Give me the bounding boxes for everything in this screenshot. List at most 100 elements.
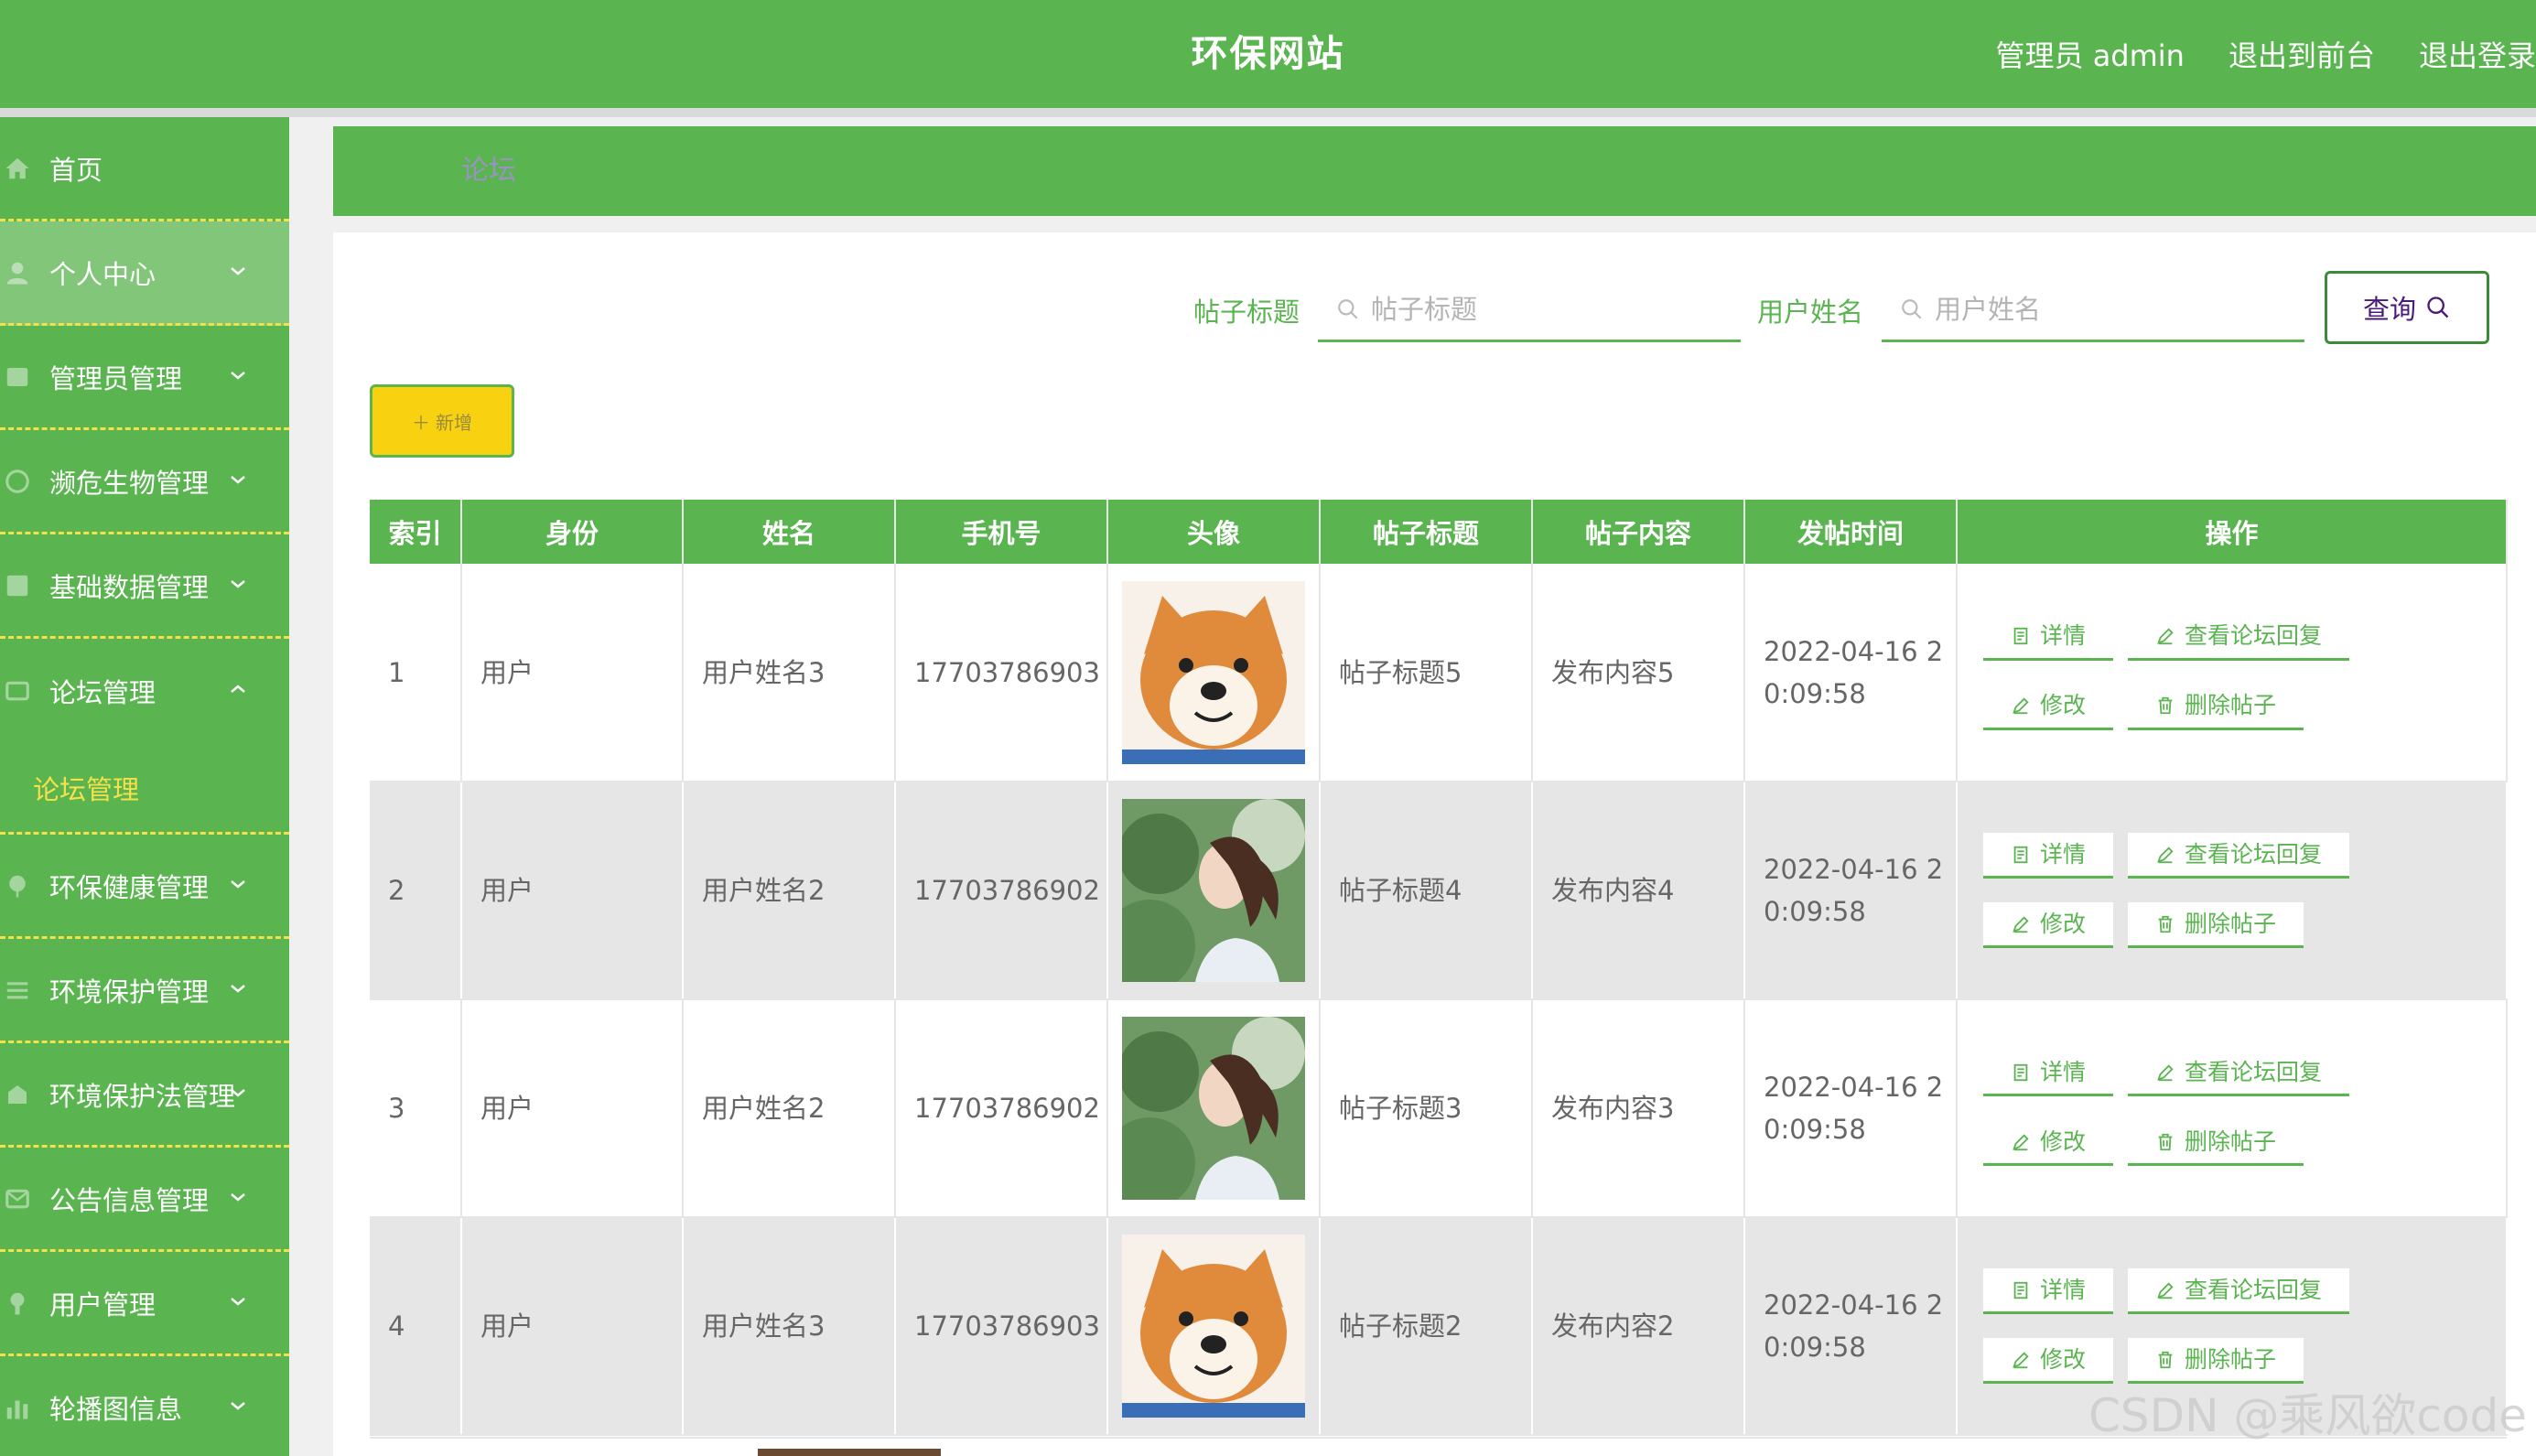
sidebar-item-label: 管理员管理 (49, 362, 183, 394)
chevron-down-icon (231, 1088, 245, 1097)
delete-button[interactable]: 删除帖子 (2128, 902, 2304, 948)
cell-index: 1 (370, 564, 462, 782)
chevron-down-icon (231, 1192, 245, 1202)
cell-index: 2 (370, 782, 462, 1000)
column-header: 姓名 (683, 500, 896, 564)
add-button[interactable]: ＋ 新增 (370, 384, 514, 458)
query-button-label: 查询 (2362, 294, 2416, 325)
sidebar-item-forum[interactable]: 论坛管理 (0, 639, 289, 743)
sidebar-item-env-law[interactable]: 环境保护法管理 (0, 1043, 289, 1148)
user-name-input[interactable] (1935, 293, 2282, 325)
sidebar-item-label: 个人中心 (49, 258, 156, 290)
forum-icon (5, 681, 29, 701)
logout-link[interactable]: 退出登录 (2419, 33, 2536, 75)
sidebar-item-notice[interactable]: 公告信息管理 (0, 1148, 289, 1252)
sidebar-subitem-label: 论坛管理 (33, 773, 140, 805)
sidebar-item-label: 轮播图信息 (49, 1393, 183, 1425)
sidebar-item-env-protect[interactable]: 环境保护管理 (0, 939, 289, 1043)
sidebar-item-users[interactable]: 用户管理 (0, 1252, 289, 1356)
delete-button[interactable]: 删除帖子 (2128, 684, 2304, 730)
table-header-row: 索引 身份 姓名 手机号 头像 帖子标题 帖子内容 发帖时间 操作 (370, 500, 2508, 564)
sidebar-subitem-forum[interactable]: 论坛管理 (0, 743, 289, 835)
detail-button[interactable]: 详情 (1983, 1051, 2114, 1096)
notice-icon (5, 1189, 29, 1208)
cell-actions: 详情 查看论坛回复 修改 删除帖子 (1957, 999, 2508, 1218)
sidebar-item-label: 基础数据管理 (49, 571, 210, 603)
cell-role: 用户 (461, 999, 684, 1218)
time-line: 2022-04-16 2 (1764, 635, 1944, 667)
detail-button[interactable]: 详情 (1983, 614, 2114, 661)
time-line: 0:09:58 (1764, 677, 1866, 709)
trash-icon (2158, 1351, 2173, 1368)
sidebar-item-endangered[interactable]: 濒危生物管理 (0, 430, 289, 534)
cell-role: 用户 (461, 564, 684, 782)
cell-name: 用户姓名2 (683, 782, 896, 1000)
cell-phone: 17703786903 (895, 1217, 1108, 1436)
view-reply-button[interactable]: 查看论坛回复 (2128, 1051, 2350, 1096)
time-line: 0:09:58 (1764, 1114, 1866, 1145)
detail-label: 详情 (2040, 622, 2087, 649)
column-header: 头像 (1107, 500, 1321, 564)
sidebar-item-label: 濒危生物管理 (49, 467, 210, 499)
delete-button[interactable]: 删除帖子 (2128, 1338, 2304, 1384)
sidebar-item-base-data[interactable]: 基础数据管理 (0, 534, 289, 639)
view-reply-label: 查看论坛回复 (2185, 1276, 2323, 1303)
delete-label: 删除帖子 (2185, 910, 2277, 937)
back-to-front-link[interactable]: 退出到前台 (2228, 33, 2375, 75)
sidebar-item-admin[interactable]: 管理员管理 (0, 326, 289, 430)
top-header: 环保网站 管理员 admin 退出到前台 退出登录 (0, 0, 2536, 108)
cell-name: 用户姓名3 (683, 1217, 896, 1436)
breadcrumb[interactable]: 论坛 (461, 126, 516, 216)
plus-icon: ＋ (412, 411, 430, 434)
girl-avatar-icon (1122, 1017, 1305, 1200)
cell-content: 发布内容5 (1532, 564, 1745, 782)
edit-button[interactable]: 修改 (1983, 1338, 2114, 1384)
sidebar-item-carousel[interactable]: 轮播图信息 (0, 1356, 289, 1456)
column-header: 发帖时间 (1744, 500, 1958, 564)
sidebar-item-health[interactable]: 环保健康管理 (0, 835, 289, 939)
sidebar-item-home[interactable]: 首页 (0, 117, 289, 221)
edit-button[interactable]: 修改 (1983, 902, 2114, 948)
cell-phone: 17703786902 (895, 999, 1108, 1218)
cell-actions: 详情 查看论坛回复修改 删除帖子 (1957, 564, 2508, 782)
sidebar-item-label: 用户管理 (49, 1289, 156, 1321)
user-icon (6, 262, 28, 284)
cell-avatar (1107, 999, 1321, 1218)
column-header: 手机号 (895, 500, 1108, 564)
girl-avatar-icon (1122, 799, 1305, 982)
post-title-search[interactable] (1318, 278, 1741, 342)
query-button[interactable]: 查询 (2325, 271, 2489, 344)
add-button-label: 新增 (436, 411, 472, 434)
time-line: 2022-04-16 2 (1764, 1289, 1944, 1321)
post-title-input[interactable] (1371, 293, 1719, 325)
column-header: 身份 (461, 500, 684, 564)
detail-button[interactable]: 详情 (1983, 1268, 2114, 1314)
view-reply-button[interactable]: 查看论坛回复 (2128, 614, 2350, 661)
sidebar-item-personal-center[interactable]: 个人中心 (0, 221, 289, 326)
cell-time: 2022-04-16 2 0:09:58 (1744, 564, 1958, 782)
sidebar-item-label: 论坛管理 (49, 677, 156, 708)
edit-icon (2013, 915, 2029, 933)
cell-title: 帖子标题3 (1320, 999, 1533, 1218)
document-icon (2013, 1281, 2028, 1299)
trash-icon (2158, 1133, 2173, 1150)
chart-icon (6, 1400, 28, 1418)
admin-icon (6, 367, 28, 386)
edit-button[interactable]: 修改 (1983, 1120, 2114, 1166)
time-line: 0:09:58 (1764, 1332, 1866, 1363)
detail-button[interactable]: 详情 (1983, 833, 2114, 879)
user-name-search[interactable] (1882, 278, 2304, 342)
edit-icon (2157, 628, 2174, 645)
view-reply-button[interactable]: 查看论坛回复 (2128, 1268, 2350, 1314)
edit-label: 修改 (2040, 692, 2087, 718)
sidebar-item-label: 环境保护管理 (49, 976, 210, 1008)
edit-button[interactable]: 修改 (1983, 684, 2114, 730)
cell-role: 用户 (461, 1217, 684, 1436)
view-reply-button[interactable]: 查看论坛回复 (2128, 833, 2350, 879)
delete-button[interactable]: 删除帖子 (2128, 1120, 2304, 1166)
chevron-down-icon (231, 879, 245, 889)
document-icon (2013, 846, 2028, 863)
table-row: 2 用户 用户姓名2 17703786902 帖子标题4 发布内容4 2022-04-16 … (370, 782, 2508, 1000)
cell-title: 帖子标题4 (1320, 782, 1533, 1000)
time-line: 2022-04-16 2 (1764, 854, 1944, 885)
